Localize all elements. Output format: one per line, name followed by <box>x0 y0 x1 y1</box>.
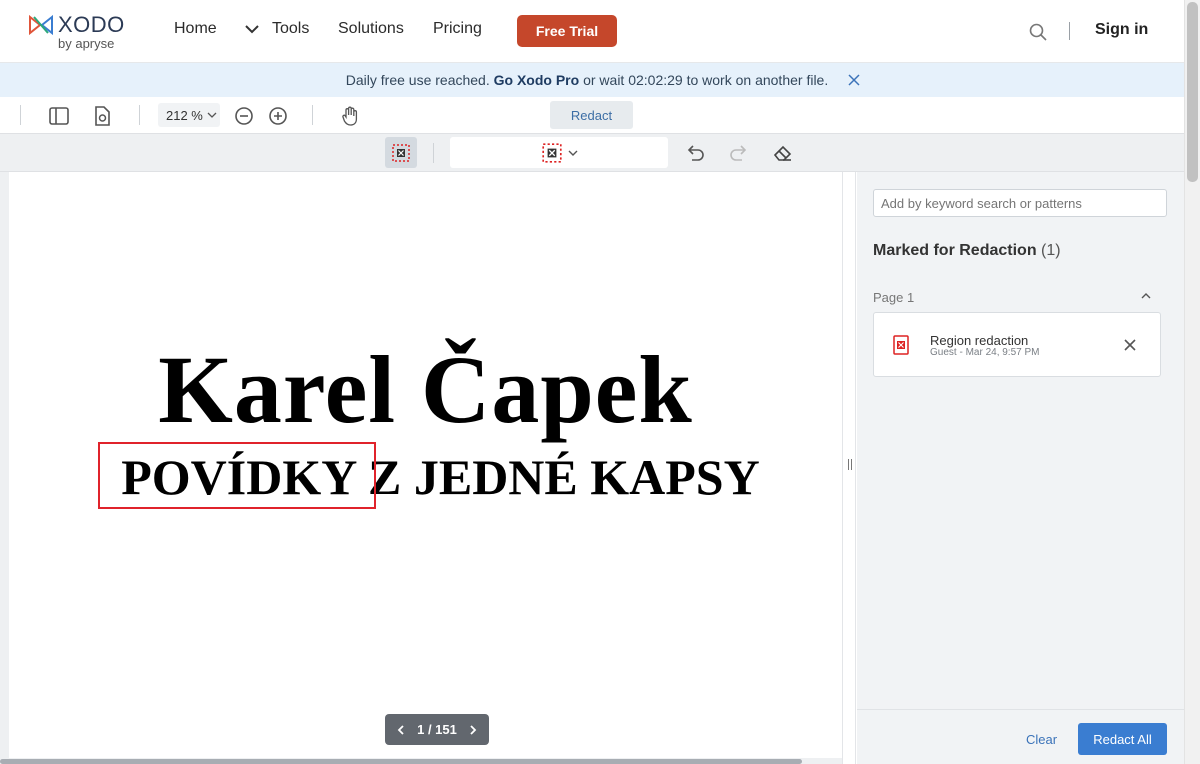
redact-region-icon <box>392 143 410 162</box>
redaction-item-meta: Guest - Mar 24, 9:57 PM <box>930 347 1040 358</box>
redaction-style-dropdown[interactable] <box>450 137 668 168</box>
horizontal-scrollbar[interactable] <box>0 758 842 764</box>
clear-button[interactable]: Clear <box>1026 732 1057 747</box>
zoom-dropdown[interactable]: 212 % <box>158 103 220 127</box>
previous-page-icon[interactable] <box>395 724 407 736</box>
zoom-in-icon[interactable] <box>267 105 289 127</box>
toolbar-separator <box>20 105 21 125</box>
banner-text: Daily free use reached. Go Xodo Pro or w… <box>346 72 828 88</box>
undo-icon[interactable] <box>684 142 706 164</box>
redaction-panel: Marked for Redaction (1) Page 1 Region r… <box>857 172 1184 764</box>
banner-middle: or wait <box>583 72 625 88</box>
marked-count: (1) <box>1041 242 1061 259</box>
keyword-search-input[interactable] <box>873 189 1167 217</box>
brand-name: XODO <box>58 12 125 37</box>
sign-in-link[interactable]: Sign in <box>1095 21 1148 39</box>
redaction-item[interactable]: Region redaction Guest - Mar 24, 9:57 PM <box>873 312 1161 377</box>
document-title: Karel Čapek <box>158 336 693 443</box>
region-redaction-icon <box>893 335 909 355</box>
app-root: XODO by apryse Home Tools Solutions Pric… <box>0 0 1200 764</box>
panel-resize-handle[interactable] <box>842 172 856 764</box>
document-page[interactable]: Karel Čapek POVÍDKY Z JEDNÉ KAPSY 1 / 15… <box>9 172 842 764</box>
redaction-item-label: Region redaction <box>930 333 1029 348</box>
redaction-region-marker[interactable] <box>98 442 376 509</box>
nav-solutions[interactable]: Solutions <box>338 20 404 38</box>
page-indicator[interactable]: 1 / 151 <box>417 722 457 737</box>
toolbar-separator <box>139 105 140 125</box>
tab-redact[interactable]: Redact <box>550 101 633 129</box>
brand-byline: by apryse <box>58 36 115 51</box>
chevron-down-icon <box>207 112 217 118</box>
nav-divider <box>1069 22 1070 40</box>
banner-prefix: Daily free use reached. <box>345 72 490 88</box>
chevron-up-icon[interactable] <box>1140 291 1152 301</box>
marked-for-redaction-heading: Marked for Redaction (1) <box>873 242 1061 260</box>
redaction-panel-footer: Clear Redact All <box>857 709 1184 764</box>
redact-region-icon <box>542 143 562 163</box>
go-pro-link[interactable]: Go Xodo Pro <box>494 72 580 88</box>
drag-handle-icon <box>848 459 852 470</box>
xodo-logo-icon <box>29 14 53 36</box>
redact-region-button[interactable] <box>385 137 417 168</box>
nav-home[interactable]: Home <box>174 20 217 38</box>
eraser-icon[interactable] <box>772 142 794 164</box>
usage-limit-banner: Daily free use reached. Go Xodo Pro or w… <box>0 63 1184 97</box>
banner-suffix: to work on another file. <box>686 72 829 88</box>
redaction-style-inner <box>541 142 581 164</box>
scrollbar-thumb[interactable] <box>1187 2 1198 182</box>
top-navigation: XODO by apryse Home Tools Solutions Pric… <box>0 0 1184 63</box>
document-viewer[interactable]: Karel Čapek POVÍDKY Z JEDNÉ KAPSY 1 / 15… <box>0 172 842 764</box>
banner-timer: 02:02:29 <box>628 72 683 88</box>
next-page-icon[interactable] <box>467 724 479 736</box>
chevron-down-icon <box>568 150 578 156</box>
redaction-toolbar <box>0 134 1184 172</box>
viewer-toolbar: 212 % Redact <box>0 97 1184 134</box>
nav-tools[interactable]: Tools <box>272 20 309 38</box>
toolbar-separator <box>433 143 434 163</box>
close-icon[interactable] <box>846 72 862 88</box>
search-icon[interactable] <box>1028 22 1048 42</box>
pan-hand-icon[interactable] <box>339 105 361 127</box>
vertical-scrollbar[interactable] <box>1184 0 1200 764</box>
marked-title-text: Marked for Redaction <box>873 242 1037 259</box>
page-settings-icon[interactable] <box>91 105 113 127</box>
xodo-logo[interactable]: XODO by apryse <box>28 12 138 52</box>
zoom-value: 212 % <box>166 107 203 123</box>
nav-pricing[interactable]: Pricing <box>433 20 482 38</box>
redo-icon[interactable] <box>728 142 750 164</box>
page-navigator: 1 / 151 <box>385 714 489 745</box>
panel-toggle-icon[interactable] <box>48 105 70 127</box>
toolbar-separator <box>312 105 313 125</box>
zoom-out-icon[interactable] <box>233 105 255 127</box>
free-trial-button[interactable]: Free Trial <box>517 15 617 47</box>
close-icon[interactable] <box>1123 338 1137 352</box>
scrollbar-thumb[interactable] <box>0 759 802 764</box>
page-group-label: Page 1 <box>873 290 915 305</box>
chevron-down-icon[interactable] <box>245 24 259 34</box>
redact-all-button[interactable]: Redact All <box>1078 723 1167 755</box>
